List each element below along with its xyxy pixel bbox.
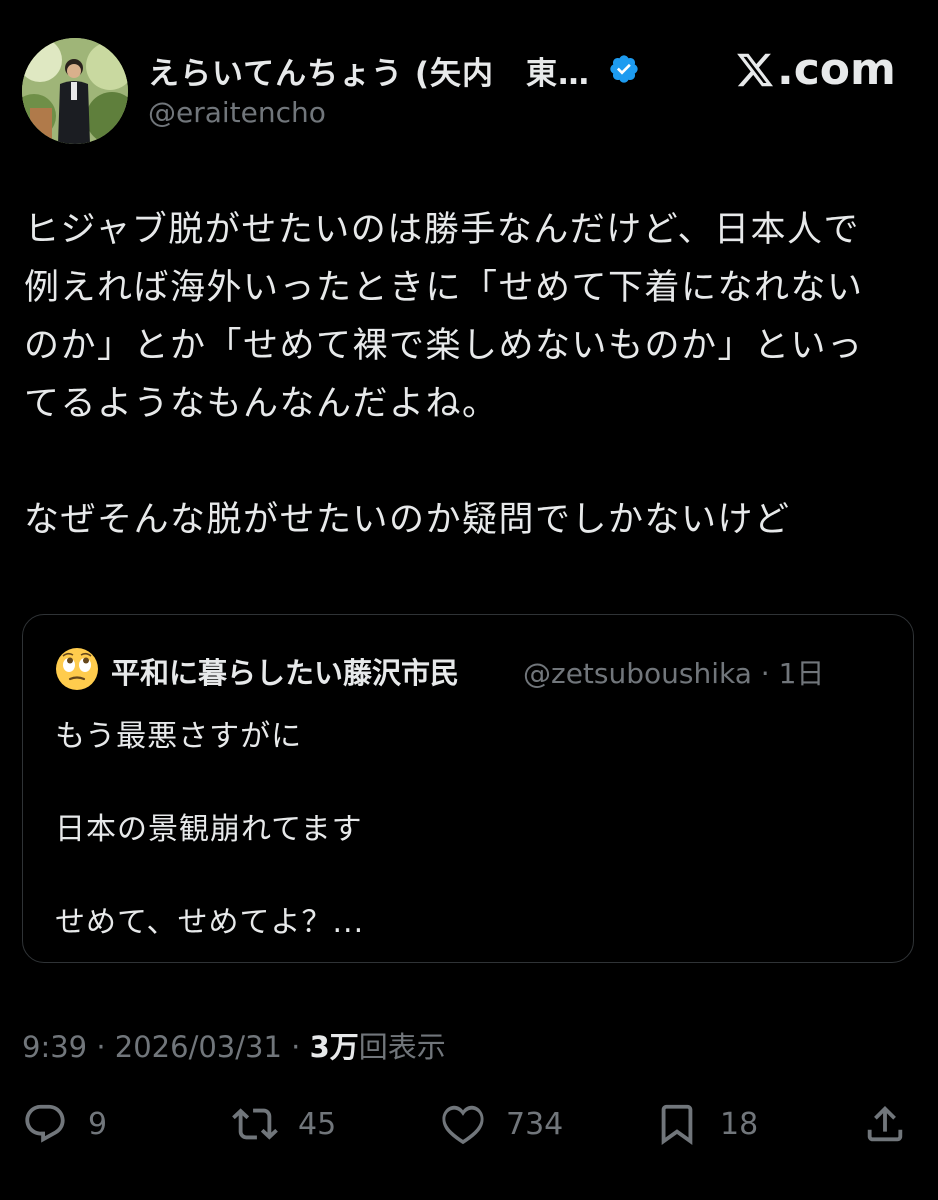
views-label: 回表示 — [358, 1030, 446, 1064]
tweet-line: てるようなもんなんだよね。 — [24, 384, 499, 424]
tweet-line: ヒジャブ脱がせたいのは勝手なんだけど、日本人で — [24, 210, 861, 250]
verified-badge-icon — [610, 55, 638, 83]
tweet-line: なぜそんな脱がせたいのか疑問でしかないけど — [24, 500, 791, 540]
avatar[interactable] — [22, 38, 128, 144]
bookmark-icon — [661, 1104, 693, 1145]
reply-button[interactable]: 9 — [22, 1100, 107, 1148]
heart-icon — [442, 1105, 484, 1145]
like-count: 734 — [506, 1106, 564, 1142]
quoted-tweet-card[interactable]: 平和に暮らしたい藤沢市民 @zetsuboushika · 1日 もう最悪さすが… — [22, 614, 914, 963]
bookmark-button[interactable]: 18 — [654, 1100, 758, 1148]
quote-author-handle[interactable]: @zetsuboushika · 1日 — [523, 652, 824, 692]
share-icon — [867, 1105, 903, 1142]
rolling-eyes-emoji-icon — [56, 648, 98, 690]
tweet-text: ヒジャブ脱がせたいのは勝手なんだけど、日本人で 例えれば海外いったときに「せめて… — [24, 201, 914, 549]
tweet-line: 例えれば海外いったときに「せめて下着になれない — [24, 268, 864, 308]
tweet-line: のか」とか「せめて裸で楽しめないものか」といっ — [24, 326, 864, 366]
repost-icon — [232, 1108, 278, 1140]
repost-count: 45 — [298, 1106, 337, 1142]
bookmark-count: 18 — [720, 1106, 759, 1142]
x-com-logo: .com — [735, 44, 896, 95]
timestamp[interactable]: 9:39 · 2026/03/31 · — [22, 1030, 310, 1064]
reply-icon — [25, 1104, 65, 1143]
user-handle[interactable]: @eraitencho — [148, 96, 326, 129]
x-logo-icon — [737, 53, 774, 86]
quote-line: もう最悪さすがに — [55, 719, 303, 754]
display-name[interactable]: えらいてんちょう (矢内 東… — [148, 48, 590, 93]
repost-button[interactable]: 45 — [232, 1100, 336, 1148]
reply-count: 9 — [88, 1106, 108, 1142]
like-button[interactable]: 734 — [440, 1100, 563, 1148]
tweet-metadata: 9:39 · 2026/03/31 · 3万回表示 — [22, 1024, 446, 1066]
quote-author-name[interactable]: 平和に暮らしたい藤沢市民 — [111, 650, 459, 692]
quote-line: せめて、せめてよ？... — [55, 905, 365, 940]
site-domain: .com — [777, 44, 896, 95]
views-count: 3万 — [309, 1030, 359, 1064]
quote-line: 日本の景観崩れてます — [55, 812, 363, 847]
share-button[interactable] — [862, 1100, 908, 1148]
